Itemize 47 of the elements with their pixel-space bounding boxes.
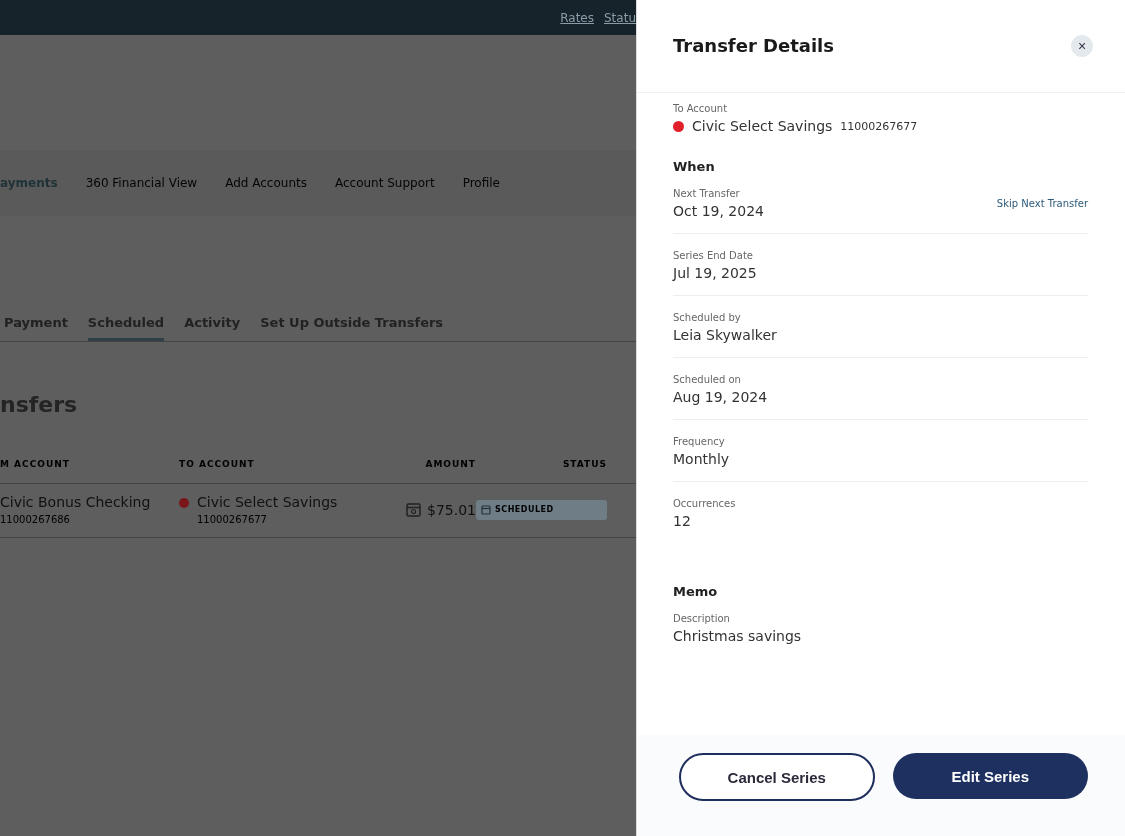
field-label: Next Transfer bbox=[673, 188, 741, 199]
tab[interactable]: Activity bbox=[184, 315, 241, 341]
field-value: Jul 19, 2025 bbox=[673, 265, 757, 281]
column-header: TO ACCOUNT bbox=[179, 459, 256, 469]
calendar-icon bbox=[406, 502, 421, 517]
field-label: Description bbox=[673, 613, 731, 624]
field-label: Scheduled by bbox=[673, 312, 742, 323]
field-value: Monthly bbox=[673, 451, 730, 467]
page-heading: nsfers bbox=[0, 392, 79, 417]
tab[interactable]: Scheduled bbox=[87, 315, 165, 341]
column-header: STATUS bbox=[561, 459, 607, 469]
edit-button[interactable]: Edit Series bbox=[892, 753, 1088, 799]
status-badge: SCHEDULED bbox=[476, 499, 607, 520]
field-label: Series End Date bbox=[673, 250, 754, 261]
field-value: Oct 19, 2024 bbox=[673, 203, 764, 219]
account-number: 11000267677 bbox=[840, 119, 918, 133]
tab[interactable]: Payment bbox=[4, 315, 68, 341]
skip-link[interactable]: Skip Next Transfer bbox=[996, 198, 1088, 209]
close-button[interactable]: × bbox=[1071, 35, 1093, 57]
nav-item[interactable]: 360 Financial View bbox=[85, 176, 198, 190]
account-number: 11000267677 bbox=[197, 514, 268, 525]
field-label: To Account bbox=[673, 103, 729, 114]
field-value: Leia Skywalker bbox=[673, 327, 777, 343]
section-heading: When bbox=[673, 159, 716, 174]
nav-item[interactable]: Profile bbox=[462, 176, 500, 190]
field-label: Frequency bbox=[673, 436, 726, 447]
nav-item[interactable]: ayments bbox=[0, 176, 58, 190]
top-link[interactable]: Rates bbox=[560, 10, 594, 25]
account-name: Civic Select Savings bbox=[692, 118, 833, 134]
nav-item[interactable]: Account Support bbox=[334, 176, 435, 190]
nav-item[interactable]: Add Accounts bbox=[225, 176, 307, 190]
tab[interactable]: Set Up Outside Transfers bbox=[260, 315, 444, 341]
top-link[interactable]: Statu bbox=[604, 10, 636, 25]
field-label: Occurrences bbox=[673, 498, 736, 509]
panel-title: Transfer Details bbox=[673, 35, 834, 56]
column-header: M ACCOUNT bbox=[0, 459, 71, 469]
cancel-button[interactable]: Cancel Series bbox=[679, 753, 875, 801]
field-value: Christmas savings bbox=[673, 628, 802, 644]
field-value: Aug 19, 2024 bbox=[673, 389, 768, 405]
amount: $75.01 bbox=[427, 501, 476, 518]
account-name: Civic Bonus Checking bbox=[0, 494, 152, 510]
column-header: AMOUNT bbox=[424, 459, 476, 469]
section-heading: Memo bbox=[673, 584, 719, 599]
field-value: 12 bbox=[673, 513, 692, 529]
account-name: Civic Select Savings bbox=[197, 494, 338, 510]
field-label: Scheduled on bbox=[673, 374, 742, 385]
account-number: 11000267686 bbox=[0, 514, 71, 525]
